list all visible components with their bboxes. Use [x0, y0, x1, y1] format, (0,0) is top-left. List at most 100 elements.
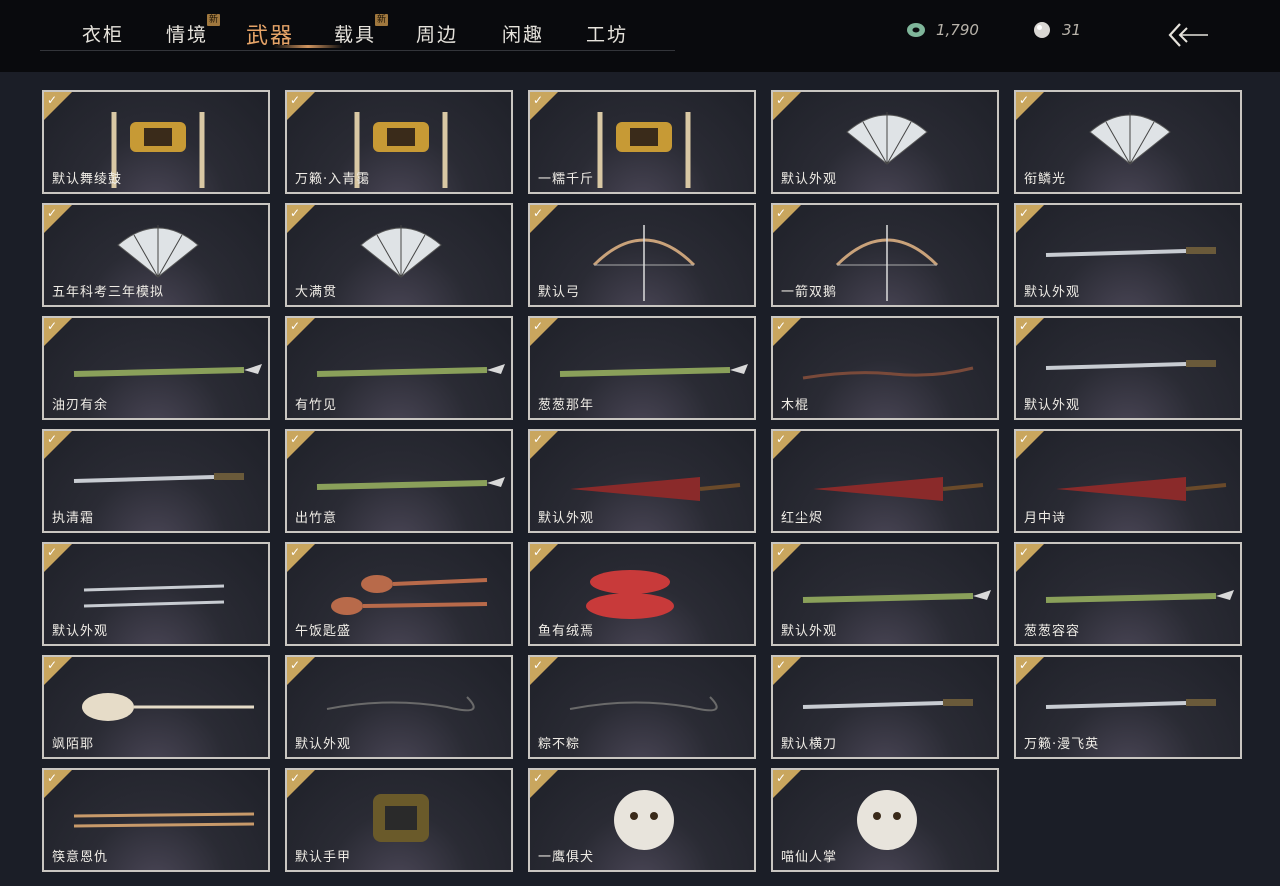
new-badge: 新 [207, 14, 221, 26]
weapon-card[interactable]: ✓ 默认外观 [285, 655, 513, 759]
tab-vehicles[interactable]: 载具新 [334, 14, 389, 47]
tab-label: 周边 [416, 24, 459, 46]
tab-peripherals[interactable]: 周边 [416, 20, 458, 47]
checkmark-icon: ✓ [290, 206, 301, 220]
weapon-card[interactable]: ✓ 大满贯 [285, 203, 513, 307]
weapon-card[interactable]: ✓ 有竹见 [285, 316, 513, 420]
checkmark-icon: ✓ [533, 771, 544, 785]
tab-leisure[interactable]: 闲趣 [502, 20, 544, 47]
weapon-card[interactable]: ✓ 葱葱容容 [1014, 542, 1242, 646]
weapon-name: 粽不粽 [538, 737, 581, 752]
checkmark-icon: ✓ [1019, 432, 1030, 446]
weapon-card[interactable]: ✓ 五年科考三年模拟 [42, 203, 270, 307]
weapon-card[interactable]: ✓ 默认外观 [1014, 316, 1242, 420]
weapon-card[interactable]: ✓ 喵仙人掌 [771, 768, 999, 872]
weapon-card[interactable]: ✓ 万籁·漫飞英 [1014, 655, 1242, 759]
checkmark-icon: ✓ [776, 432, 787, 446]
weapon-name: 鱼有绒焉 [538, 624, 595, 639]
jade-currency: 1,790 [906, 20, 979, 40]
weapon-name: 默认外观 [1024, 398, 1081, 413]
tab-label: 工坊 [586, 24, 629, 46]
weapon-card[interactable]: ✓ 出竹意 [285, 429, 513, 533]
weapon-card[interactable]: ✓ 默认外观 [1014, 203, 1242, 307]
weapon-name: 一糯千斤 [538, 172, 595, 187]
checkmark-icon: ✓ [776, 658, 787, 672]
weapon-card[interactable]: ✓ 默认外观 [771, 542, 999, 646]
weapon-card[interactable]: ✓ 默认横刀 [771, 655, 999, 759]
checkmark-icon: ✓ [47, 658, 58, 672]
pearl-amount: 31 [1062, 21, 1082, 39]
weapon-card[interactable]: ✓ 葱葱那年 [528, 316, 756, 420]
weapon-name: 红尘烬 [781, 511, 824, 526]
jade-coin-icon [907, 23, 925, 37]
weapon-name: 默认外观 [538, 511, 595, 526]
pearl-currency: 31 [1032, 20, 1081, 40]
weapon-name: 月中诗 [1024, 511, 1067, 526]
weapon-card[interactable]: ✓ 筷意恩仇 [42, 768, 270, 872]
weapon-card[interactable]: ✓ 飒陌耶 [42, 655, 270, 759]
weapon-name: 默认外观 [781, 172, 838, 187]
tab-label: 衣柜 [82, 24, 125, 46]
weapon-name: 默认横刀 [781, 737, 838, 752]
tab-scenario[interactable]: 情境新 [166, 14, 221, 47]
jade-amount: 1,790 [936, 21, 979, 39]
weapon-card[interactable]: ✓ 默认弓 [528, 203, 756, 307]
weapon-name: 默认外观 [781, 624, 838, 639]
weapon-name: 万籁·入青霭 [295, 172, 371, 187]
weapon-name: 油刃有余 [52, 398, 109, 413]
weapon-card[interactable]: ✓ 万籁·入青霭 [285, 90, 513, 194]
checkmark-icon: ✓ [290, 432, 301, 446]
weapon-card[interactable]: ✓ 油刃有余 [42, 316, 270, 420]
checkmark-icon: ✓ [533, 432, 544, 446]
checkmark-icon: ✓ [290, 319, 301, 333]
tab-label: 载具 [334, 24, 377, 46]
weapon-card[interactable]: ✓ 一箭双鹅 [771, 203, 999, 307]
weapon-card[interactable]: ✓ 粽不粽 [528, 655, 756, 759]
tab-workshop[interactable]: 工坊 [586, 20, 628, 47]
weapon-card[interactable]: ✓ 红尘烬 [771, 429, 999, 533]
weapon-name: 出竹意 [295, 511, 338, 526]
weapon-name: 飒陌耶 [52, 737, 95, 752]
checkmark-icon: ✓ [776, 206, 787, 220]
checkmark-icon: ✓ [290, 658, 301, 672]
checkmark-icon: ✓ [290, 545, 301, 559]
checkmark-icon: ✓ [776, 93, 787, 107]
weapon-card[interactable]: ✓ 木棍 [771, 316, 999, 420]
weapon-card[interactable]: ✓ 一糯千斤 [528, 90, 756, 194]
weapon-card[interactable]: ✓ 默认外观 [771, 90, 999, 194]
checkmark-icon: ✓ [1019, 319, 1030, 333]
weapon-card[interactable]: ✓ 默认手甲 [285, 768, 513, 872]
checkmark-icon: ✓ [1019, 206, 1030, 220]
checkmark-icon: ✓ [290, 93, 301, 107]
weapon-card[interactable]: ✓ 衔鳞光 [1014, 90, 1242, 194]
tab-label: 闲趣 [502, 24, 545, 46]
weapon-name: 执清霜 [52, 511, 95, 526]
checkmark-icon: ✓ [533, 545, 544, 559]
weapon-name: 喵仙人掌 [781, 850, 838, 865]
checkmark-icon: ✓ [1019, 658, 1030, 672]
weapon-name: 五年科考三年模拟 [52, 285, 165, 300]
weapon-card[interactable]: ✓ 默认舞绫鼓 [42, 90, 270, 194]
weapon-card[interactable]: ✓ 午饭匙盛 [285, 542, 513, 646]
weapon-name: 大满贯 [295, 285, 338, 300]
weapon-card[interactable]: ✓ 默认外观 [42, 542, 270, 646]
checkmark-icon: ✓ [776, 319, 787, 333]
weapon-card[interactable]: ✓ 鱼有绒焉 [528, 542, 756, 646]
weapon-name: 衔鳞光 [1024, 172, 1067, 187]
weapon-name: 默认外观 [1024, 285, 1081, 300]
checkmark-icon: ✓ [776, 545, 787, 559]
checkmark-icon: ✓ [533, 206, 544, 220]
weapon-card[interactable]: ✓ 一鹰俱犬 [528, 768, 756, 872]
back-arrow-icon[interactable] [1166, 20, 1212, 50]
weapon-card[interactable]: ✓ 执清霜 [42, 429, 270, 533]
tab-label: 情境 [166, 24, 209, 46]
weapon-card[interactable]: ✓ 月中诗 [1014, 429, 1242, 533]
weapon-name: 默认手甲 [295, 850, 352, 865]
weapon-name: 默认舞绫鼓 [52, 172, 123, 187]
weapon-name: 木棍 [781, 398, 810, 413]
weapon-name: 默认弓 [538, 285, 581, 300]
checkmark-icon: ✓ [290, 771, 301, 785]
weapon-card[interactable]: ✓ 默认外观 [528, 429, 756, 533]
tab-wardrobe[interactable]: 衣柜 [82, 20, 124, 47]
weapon-name: 一箭双鹅 [781, 285, 838, 300]
